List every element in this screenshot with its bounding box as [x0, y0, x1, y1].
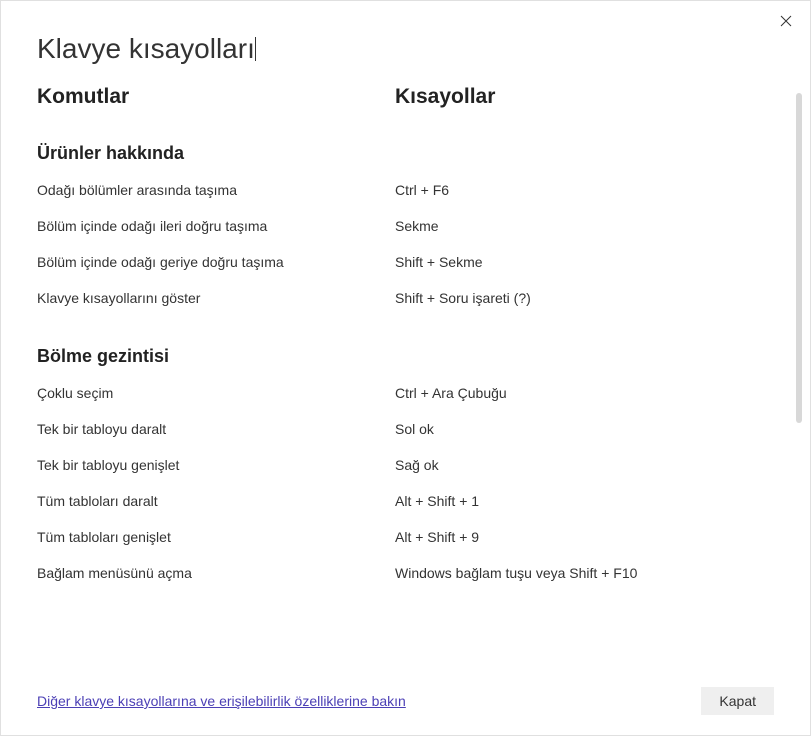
shortcut-label: Sağ ok: [395, 457, 754, 473]
dialog-title: Klavye kısayolları: [37, 33, 255, 65]
shortcuts-scroll-area[interactable]: Ürünler hakkında Odağı bölümler arasında…: [37, 137, 774, 663]
shortcut-label: Sol ok: [395, 421, 754, 437]
shortcut-row: Tek bir tabloyu genişlet Sağ ok: [37, 457, 754, 473]
command-label: Tüm tabloları genişlet: [37, 529, 395, 545]
section-products: Ürünler hakkında Odağı bölümler arasında…: [37, 143, 754, 306]
dialog-content: Klavye kısayolları Komutlar Kısayollar Ü…: [1, 1, 810, 679]
scrollbar[interactable]: [796, 93, 802, 423]
shortcut-row: Bölüm içinde odağı geriye doğru taşıma S…: [37, 254, 754, 270]
command-label: Klavye kısayollarını göster: [37, 290, 395, 306]
shortcut-label: Ctrl + Ara Çubuğu: [395, 385, 754, 401]
accessibility-link[interactable]: Diğer klavye kısayollarına ve erişilebil…: [37, 693, 406, 709]
shortcut-label: Shift + Soru işareti (?): [395, 290, 754, 306]
command-label: Bölüm içinde odağı ileri doğru taşıma: [37, 218, 395, 234]
shortcut-label: Alt + Shift + 9: [395, 529, 754, 545]
command-label: Tek bir tabloyu daralt: [37, 421, 395, 437]
shortcut-row: Odağı bölümler arasında taşıma Ctrl + F6: [37, 182, 754, 198]
shortcut-row: Klavye kısayollarını göster Shift + Soru…: [37, 290, 754, 306]
shortcut-row: Tüm tabloları genişlet Alt + Shift + 9: [37, 529, 754, 545]
shortcut-row: Tüm tabloları daralt Alt + Shift + 1: [37, 493, 754, 509]
dialog-footer: Diğer klavye kısayollarına ve erişilebil…: [1, 679, 810, 735]
shortcut-row: Tek bir tabloyu daralt Sol ok: [37, 421, 754, 437]
shortcut-label: Alt + Shift + 1: [395, 493, 754, 509]
command-label: Çoklu seçim: [37, 385, 395, 401]
shortcut-row: Çoklu seçim Ctrl + Ara Çubuğu: [37, 385, 754, 401]
section-title: Bölme gezintisi: [37, 346, 754, 367]
shortcut-row: Bağlam menüsünü açma Windows bağlam tuşu…: [37, 565, 754, 581]
section-pane-navigation: Bölme gezintisi Çoklu seçim Ctrl + Ara Ç…: [37, 346, 754, 581]
shortcut-label: Ctrl + F6: [395, 182, 754, 198]
commands-header: Komutlar: [37, 85, 395, 109]
command-label: Tek bir tabloyu genişlet: [37, 457, 395, 473]
shortcut-row: Bölüm içinde odağı ileri doğru taşıma Se…: [37, 218, 754, 234]
column-headers: Komutlar Kısayollar: [37, 85, 774, 109]
command-label: Odağı bölümler arasında taşıma: [37, 182, 395, 198]
command-label: Tüm tabloları daralt: [37, 493, 395, 509]
shortcut-label: Windows bağlam tuşu veya Shift + F10: [395, 565, 754, 581]
shortcuts-header: Kısayollar: [395, 85, 774, 109]
close-button[interactable]: Kapat: [701, 687, 774, 715]
section-title: Ürünler hakkında: [37, 143, 754, 164]
shortcut-label: Sekme: [395, 218, 754, 234]
command-label: Bağlam menüsünü açma: [37, 565, 395, 581]
command-label: Bölüm içinde odağı geriye doğru taşıma: [37, 254, 395, 270]
shortcut-label: Shift + Sekme: [395, 254, 754, 270]
